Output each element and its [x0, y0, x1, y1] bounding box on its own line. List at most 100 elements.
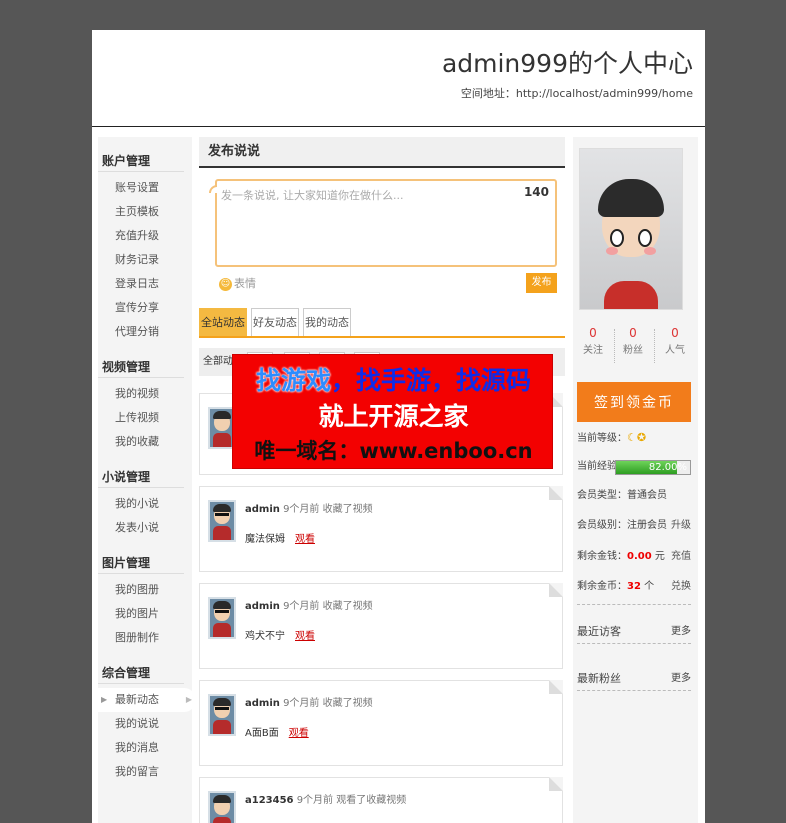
sidebar-item-recharge[interactable]: 充值升级	[98, 224, 192, 248]
sidebar-item-homepage-template[interactable]: 主页模板	[98, 200, 192, 224]
ad-banner[interactable]: 找游戏，找手游，找源码 就上开源之家 唯一域名：www.enboo.cn	[232, 354, 553, 469]
tab-friends-activity[interactable]: 好友动态	[251, 308, 299, 336]
signin-button[interactable]: 签到领金币	[577, 382, 691, 422]
sidebar-item-my-albums[interactable]: 我的图册	[98, 578, 192, 602]
avatar[interactable]	[208, 791, 236, 823]
sidebar-item-album-create[interactable]: 图册制作	[98, 626, 192, 650]
emoji-button[interactable]: ☺ 表情	[219, 275, 256, 291]
balance-label: 剩余金钱：	[577, 551, 627, 562]
sidebar-item-account-settings[interactable]: 账号设置	[98, 176, 192, 200]
feed-meta: admin 9个月前 收藏了视频	[245, 597, 373, 612]
chevron-right-icon: ▶	[185, 695, 192, 704]
member-type: 会员类型：普通会员	[577, 490, 667, 501]
space-url-link[interactable]: http://localhost/admin999/home	[516, 87, 693, 100]
sidebar-item-my-guestbook[interactable]: 我的留言	[98, 760, 192, 784]
view-link[interactable]: 观看	[289, 728, 309, 739]
upgrade-link[interactable]: 升级	[671, 516, 691, 536]
stat-label: 人气	[665, 345, 685, 356]
new-fans-title: 最新粉丝	[577, 672, 621, 685]
sidebar-section-account: 账户管理 账号设置 主页模板 充值升级 财务记录 登录日志 宣传分享 代理分销	[98, 137, 192, 356]
stat-following[interactable]: 0 关注	[573, 323, 613, 359]
feed-action: 9个月前 收藏了视频	[283, 504, 373, 515]
sidebar-item-my-messages[interactable]: 我的消息	[98, 736, 192, 760]
member-level-label: 会员级别：注册会员	[577, 520, 667, 531]
feed-user[interactable]: admin	[245, 601, 280, 612]
avatar[interactable]	[208, 500, 236, 542]
stat-label: 关注	[583, 345, 603, 356]
sidebar-item-my-videos[interactable]: 我的视频	[98, 382, 192, 406]
new-fans: 最新粉丝 更多	[577, 667, 691, 691]
corner-fold	[549, 680, 563, 694]
feed-user[interactable]: admin	[245, 698, 280, 709]
main-content: 发布说说 发一条说说, 让大家知道你在做什么... 140 ☺ 表情 发布 全站动…	[199, 137, 565, 823]
feed-action: 9个月前 收藏了视频	[283, 698, 373, 709]
sidebar-item-promo-share[interactable]: 宣传分享	[98, 296, 192, 320]
feed-video-title[interactable]: A面B面	[245, 728, 279, 739]
sidebar-item-login-log[interactable]: 登录日志	[98, 272, 192, 296]
current-level: 当前等级：☾✪	[577, 428, 691, 448]
avatar[interactable]	[208, 694, 236, 736]
sidebar-item-my-novels[interactable]: 我的小说	[98, 492, 192, 516]
level-label: 当前等级：	[577, 433, 627, 444]
post-placeholder: 发一条说说, 让大家知道你在做什么...	[221, 189, 404, 202]
feed-meta: admin 9个月前 收藏了视频	[245, 500, 373, 515]
sidebar-item-agent[interactable]: 代理分销	[98, 320, 192, 344]
stat-popularity[interactable]: 0 人气	[655, 323, 695, 359]
current-exp: 当前经验： 82.00%	[577, 457, 691, 477]
stat-value: 0	[671, 326, 679, 340]
coins-value: 32	[627, 581, 641, 592]
recent-visitors-more-link[interactable]: 更多	[671, 620, 691, 644]
sidebar-section-general: 综合管理 ▶ 最新动态 ▶ 我的说说 我的消息 我的留言	[98, 662, 196, 796]
ad-line-2: 就上开源之家	[318, 402, 469, 431]
feed-content: 鸡犬不宁 观看	[245, 627, 315, 642]
coins-label: 剩余金币：	[577, 581, 627, 592]
profile-stats: 0 关注 0 粉丝 0 人气	[573, 323, 698, 369]
emoji-label: 表情	[234, 277, 256, 290]
exchange-link[interactable]: 兑换	[671, 577, 691, 597]
feed-video-title[interactable]: 魔法保姆	[245, 534, 285, 545]
feed-meta: a123456 9个月前 观看了收藏视频	[245, 791, 406, 806]
coins: 剩余金币：32 个 兑换	[577, 577, 691, 597]
post-textarea[interactable]: 发一条说说, 让大家知道你在做什么... 140	[209, 179, 557, 267]
feed-item: admin 9个月前 收藏了视频 鸡犬不宁 观看	[199, 583, 563, 669]
sidebar-item-latest-activity[interactable]: ▶ 最新动态 ▶	[98, 688, 196, 712]
tab-site-activity[interactable]: 全站动态	[199, 308, 247, 336]
sidebar: 账户管理 账号设置 主页模板 充值升级 财务记录 登录日志 宣传分享 代理分销 …	[98, 137, 196, 823]
view-link[interactable]: 观看	[295, 534, 315, 545]
feed-user[interactable]: a123456	[245, 795, 294, 806]
stat-label: 粉丝	[623, 345, 643, 356]
sidebar-item-upload-video[interactable]: 上传视频	[98, 406, 192, 430]
avatar[interactable]	[208, 597, 236, 639]
tab-my-activity[interactable]: 我的动态	[303, 308, 351, 336]
recharge-link[interactable]: 充值	[671, 547, 691, 567]
feed-content: 魔法保姆 观看	[245, 530, 315, 545]
sidebar-item-finance-records[interactable]: 财务记录	[98, 248, 192, 272]
publish-button[interactable]: 发布	[526, 273, 557, 293]
feed-meta: admin 9个月前 收藏了视频	[245, 694, 373, 709]
page-title: admin999的个人中心	[441, 49, 693, 78]
view-link[interactable]: 观看	[295, 631, 315, 642]
recent-visitors-title: 最近访客	[577, 625, 621, 638]
ad-line-1a: 找游戏	[255, 366, 331, 395]
profile-avatar[interactable]	[579, 148, 683, 310]
feed-user[interactable]: admin	[245, 504, 280, 515]
space-url-label: 空间地址：	[460, 87, 516, 100]
sidebar-section-image: 图片管理 我的图册 我的图片 图册制作	[98, 552, 192, 662]
recent-visitors: 最近访客 更多	[577, 620, 691, 644]
sidebar-item-my-images[interactable]: 我的图片	[98, 602, 192, 626]
space-url: 空间地址：http://localhost/admin999/home	[92, 85, 693, 101]
sidebar-item-publish-novel[interactable]: 发表小说	[98, 516, 192, 540]
sidebar-item-label: 最新动态	[115, 693, 159, 706]
ad-line-1: 找游戏，找手游，找源码	[233, 361, 554, 397]
sidebar-item-my-shuoshuo[interactable]: 我的说说	[98, 712, 192, 736]
sidebar-item-my-favorites[interactable]: 我的收藏	[98, 430, 192, 454]
sidebar-section-title: 图片管理	[98, 552, 184, 574]
stat-fans[interactable]: 0 粉丝	[613, 323, 653, 359]
balance-unit: 元	[654, 551, 665, 562]
char-counter: 140	[523, 185, 549, 199]
sidebar-section-title: 账户管理	[98, 150, 184, 172]
sidebar-section-novel: 小说管理 我的小说 发表小说	[98, 466, 192, 552]
new-fans-more-link[interactable]: 更多	[671, 667, 691, 691]
feed-video-title[interactable]: 鸡犬不宁	[245, 631, 285, 642]
profile-panel: 0 关注 0 粉丝 0 人气 签到领金币 当前等级：☾✪ 当前经验： 82.00% 会…	[573, 137, 698, 823]
